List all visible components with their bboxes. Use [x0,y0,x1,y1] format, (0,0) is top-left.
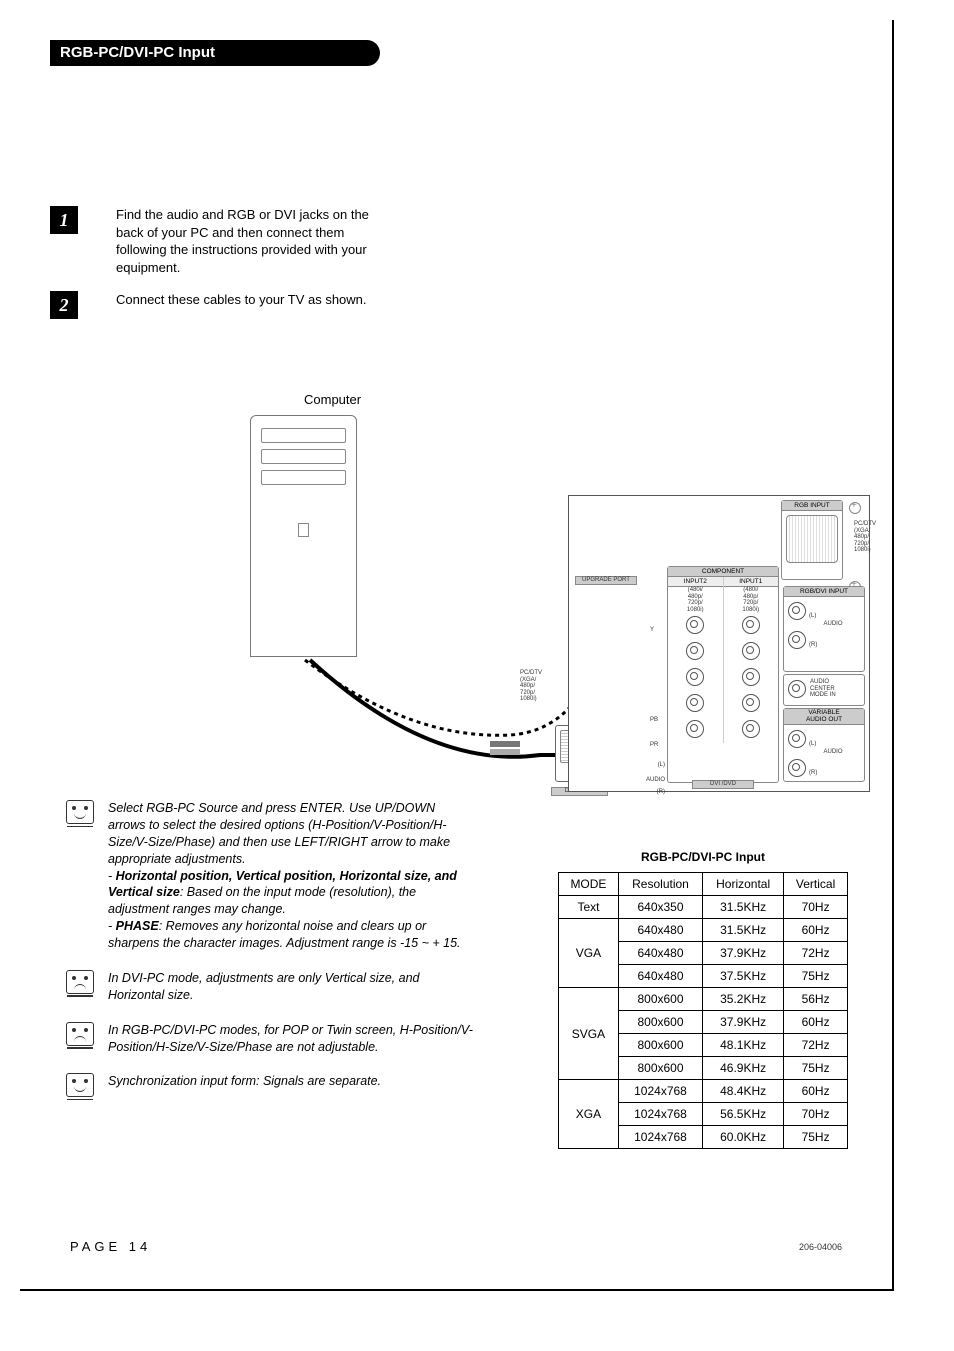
table-cell: 70Hz [784,1103,848,1126]
table-cell: 75Hz [784,1057,848,1080]
note: In DVI-PC mode, adjustments are only Ver… [66,970,476,1004]
note: Select RGB-PC Source and press ENTER. Us… [66,800,476,952]
table-row: SVGA800x60035.2KHz56Hz [559,988,848,1011]
table-header: Horizontal [703,873,784,896]
table-cell: 640x480 [618,942,702,965]
table-cell: 75Hz [784,965,848,988]
table-cell: 56.5KHz [703,1103,784,1126]
step-text-1: Find the audio and RGB or DVI jacks on t… [116,206,376,276]
rgb-dvi-input-label: RGB/DVI INPUT [784,587,864,597]
table-cell: 60Hz [784,919,848,942]
table-cell: 1024x768 [618,1080,702,1103]
table-cell: 640x480 [618,919,702,942]
pc-dtv-label-2: PC/DTV (XGA/ 480p/ 720p/ 1080i) [520,670,556,703]
table-cell: 800x600 [618,1034,702,1057]
table-cell: 1024x768 [618,1103,702,1126]
table-cell: 72Hz [784,1034,848,1057]
tv-back-panel-icon: RGB INPUT PC/DTV (XGA/ 480p/ 720p/ 1080i… [568,495,870,792]
step-marker-2: 2 [50,291,78,319]
note-text: In RGB-PC/DVI-PC modes, for POP or Twin … [108,1022,476,1056]
table-row: VGA640x48031.5KHz60Hz [559,919,848,942]
page-number: PAGE 14 [70,1239,151,1254]
frown-face-icon [66,970,94,994]
rgb-input-label: RGB INPUT [782,501,842,511]
table-cell: 640x350 [618,896,702,919]
table-cell: 37.9KHz [703,942,784,965]
table-cell: 75Hz [784,1126,848,1149]
table-cell: 48.4KHz [703,1080,784,1103]
note-text: Synchronization input form: Signals are … [108,1073,381,1090]
table-cell: 800x600 [618,988,702,1011]
input1-label: INPUT1 [724,577,779,587]
table-cell: 800x600 [618,1057,702,1080]
table-cell: 800x600 [618,1011,702,1034]
mode-table: MODEResolutionHorizontalVerticalText640x… [558,872,848,1149]
table-header: MODE [559,873,619,896]
table-row: Text640x35031.5KHz70Hz [559,896,848,919]
page-title: RGB-PC/DVI-PC Input [60,40,215,66]
table-cell: 31.5KHz [703,896,784,919]
connection-diagram: Computer [230,300,870,730]
computer-label: Computer [304,392,361,407]
table-cell: 72Hz [784,942,848,965]
rca-plug-icon [490,738,540,758]
frown-face-icon [66,1022,94,1046]
smile-face-icon [66,800,94,824]
notes-area: Select RGB-PC Source and press ENTER. Us… [66,800,476,1115]
pc-dtv-label: PC/DTV (XGA/ 480p/ 720p/ 1080i) [854,521,876,554]
component-label: COMPONENT [668,567,778,577]
note: Synchronization input form: Signals are … [66,1073,476,1097]
page-footer: PAGE 14 206-04006 [70,1239,842,1254]
table-row: XGA1024x76848.4KHz60Hz [559,1080,848,1103]
table-cell: 48.1KHz [703,1034,784,1057]
input2-label: INPUT2 [668,577,723,587]
mode-table-area: RGB-PC/DVI-PC Input MODEResolutionHorizo… [558,850,848,1149]
table-cell: 70Hz [784,896,848,919]
table-cell: 46.9KHz [703,1057,784,1080]
table-cell: 56Hz [784,988,848,1011]
mode-cell: XGA [559,1080,619,1149]
table-cell: 60Hz [784,1080,848,1103]
computer-tower-icon [250,415,357,657]
table-cell: 60Hz [784,1011,848,1034]
upgrade-port-label: UPGRADE PORT [575,576,637,585]
dvi-dvd-label: DVI /DVD [692,780,754,789]
variable-audio-out-label: VARIABLE AUDIO OUT [784,709,864,725]
note: In RGB-PC/DVI-PC modes, for POP or Twin … [66,1022,476,1056]
step-1: 1 Find the audio and RGB or DVI jacks on… [50,206,862,276]
note-text: In DVI-PC mode, adjustments are only Ver… [108,970,476,1004]
note-text: Select RGB-PC Source and press ENTER. Us… [108,800,476,952]
table-cell: 60.0KHz [703,1126,784,1149]
mode-cell: SVGA [559,988,619,1080]
step-marker-1: 1 [50,206,78,234]
table-cell: 31.5KHz [703,919,784,942]
title-bar: RGB-PC/DVI-PC Input [50,40,862,66]
table-cell: 37.9KHz [703,1011,784,1034]
audio-center-label: AUDIO CENTER MODE IN [810,679,836,699]
mode-cell: Text [559,896,619,919]
table-cell: 1024x768 [618,1126,702,1149]
table-cell: 640x480 [618,965,702,988]
mode-cell: VGA [559,919,619,988]
table-header: Resolution [618,873,702,896]
table-header: Vertical [784,873,848,896]
table-cell: 35.2KHz [703,988,784,1011]
table-caption: RGB-PC/DVI-PC Input [558,850,848,864]
table-cell: 37.5KHz [703,965,784,988]
doc-number: 206-04006 [799,1242,842,1252]
smile-face-icon [66,1073,94,1097]
